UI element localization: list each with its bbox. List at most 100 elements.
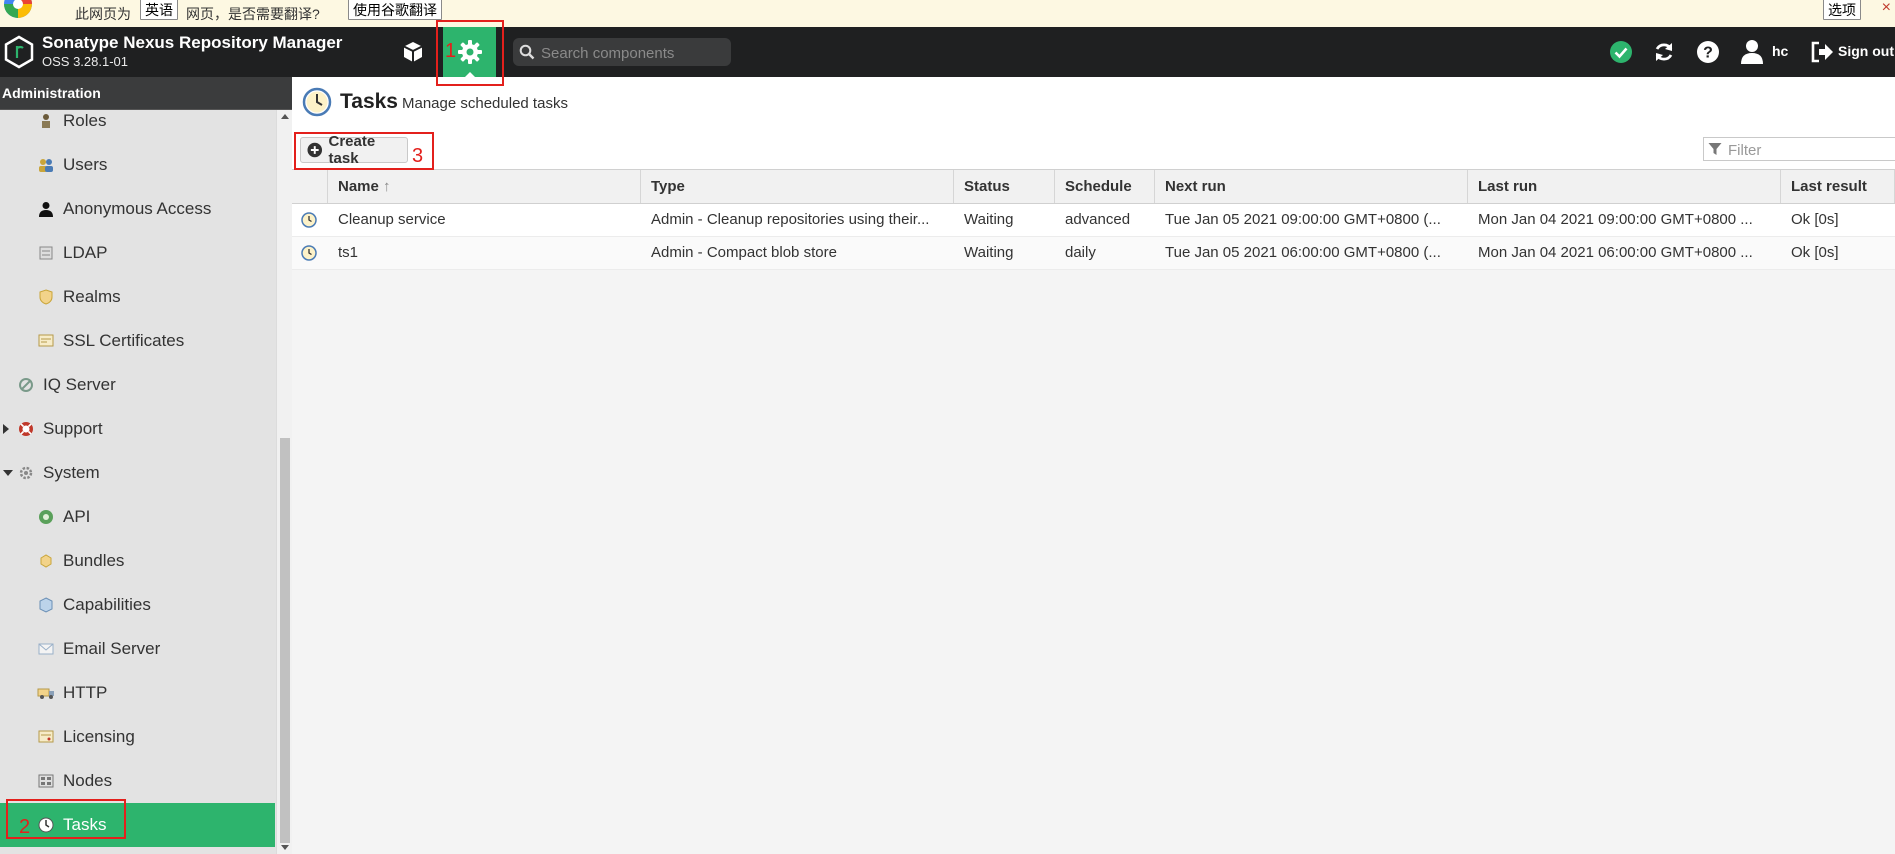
sidebar-item-label: API [63, 507, 91, 526]
column-header-last-run[interactable]: Last run [1468, 170, 1781, 203]
translate-button[interactable]: 使用谷歌翻译 [348, 0, 442, 20]
language-button[interactable]: 英语 [140, 0, 178, 20]
column-header-label: Type [651, 178, 685, 195]
sidebar-item-label: Users [63, 155, 108, 174]
cell-schedule: advanced [1065, 211, 1131, 228]
sidebar-item-label: Licensing [63, 727, 135, 746]
sidebar-item-label: Email Server [63, 639, 161, 658]
roles-icon [37, 112, 55, 130]
sidebar-item-api[interactable]: API [0, 495, 275, 539]
sort-ascending-icon[interactable]: ↑ [383, 178, 391, 195]
sidebar-item-realms[interactable]: Realms [0, 275, 275, 319]
sidebar-scrollbar[interactable] [276, 110, 293, 854]
scroll-thumb[interactable] [280, 438, 290, 843]
column-header-icon [292, 170, 328, 203]
sidebar-item-anonymous-access[interactable]: Anonymous Access [0, 187, 275, 231]
cell-name: Cleanup service [338, 211, 446, 228]
sidebar-nav: Roles Users Anonymous Access LDAP Realms… [0, 110, 275, 854]
sidebar-item-label: IQ Server [43, 375, 116, 394]
collapse-arrow-icon[interactable] [3, 470, 13, 476]
sidebar-item-iq-server[interactable]: IQ Server [0, 363, 275, 407]
filter-input[interactable] [1726, 139, 1890, 161]
clock-icon [302, 87, 332, 117]
refresh-button[interactable] [1650, 38, 1678, 66]
toolbar: Create task [292, 127, 1895, 170]
user-name[interactable]: hc [1772, 43, 1788, 59]
cell-last-run: Mon Jan 04 2021 09:00:00 GMT+0800 ... [1478, 211, 1753, 228]
sidebar-title: Administration [0, 77, 292, 110]
svg-text:?: ? [1703, 45, 1713, 62]
http-icon [37, 684, 55, 702]
system-status-button[interactable] [1607, 38, 1635, 66]
sign-out-label[interactable]: Sign out [1838, 43, 1894, 59]
clock-icon [301, 245, 317, 261]
scroll-down-arrow-icon[interactable] [281, 845, 289, 850]
sidebar-item-label: Roles [63, 111, 107, 130]
scroll-up-arrow-icon[interactable] [281, 114, 289, 119]
expand-arrow-icon[interactable] [3, 424, 9, 434]
cell-schedule: daily [1065, 244, 1096, 261]
column-header-label: Name [338, 178, 379, 195]
column-header-schedule[interactable]: Schedule [1055, 170, 1155, 203]
sign-out-button[interactable] [1808, 38, 1836, 66]
nodes-icon [37, 772, 55, 790]
sidebar-item-ldap[interactable]: LDAP [0, 231, 275, 275]
translate-text-prefix: 此网页为 [75, 6, 131, 22]
column-header-name[interactable]: Name ↑ [328, 170, 641, 203]
app-title: Sonatype Nexus Repository Manager [42, 33, 343, 52]
sign-out-icon [1811, 41, 1833, 63]
page-header: Tasks Manage scheduled tasks [292, 77, 1895, 127]
column-header-label: Schedule [1065, 178, 1132, 195]
page-subtitle: Manage scheduled tasks [402, 95, 568, 112]
help-icon: ? [1697, 41, 1719, 63]
sidebar-item-licensing[interactable]: Licensing [0, 715, 275, 759]
table-row[interactable]: ts1 Admin - Compact blob store Waiting d… [292, 237, 1895, 270]
sidebar-item-email-server[interactable]: Email Server [0, 627, 275, 671]
sidebar-item-http[interactable]: HTTP [0, 671, 275, 715]
cell-name: ts1 [338, 244, 359, 261]
grid-header: Name ↑ Type Status Schedule Next run Las… [292, 170, 1895, 204]
cell-next-run: Tue Jan 05 2021 06:00:00 GMT+0800 (... [1165, 244, 1441, 261]
translate-options-button[interactable]: 选项 [1823, 0, 1861, 20]
column-header-next-run[interactable]: Next run [1155, 170, 1468, 203]
ssl-icon [37, 332, 55, 350]
users-icon [37, 156, 55, 174]
cell-next-run: Tue Jan 05 2021 09:00:00 GMT+0800 (... [1165, 211, 1441, 228]
cell-last-run: Mon Jan 04 2021 06:00:00 GMT+0800 ... [1478, 244, 1753, 261]
filter-box [1703, 137, 1895, 161]
cell-status: Waiting [964, 211, 1014, 228]
sidebar-item-capabilities[interactable]: Capabilities [0, 583, 275, 627]
search-icon [519, 44, 535, 60]
search-box [513, 38, 731, 66]
sidebar-item-system[interactable]: System [0, 451, 275, 495]
anonymous-icon [37, 200, 55, 218]
sidebar-item-roles[interactable]: Roles [0, 110, 275, 143]
sidebar-item-label: SSL Certificates [63, 331, 185, 350]
sidebar-item-users[interactable]: Users [0, 143, 275, 187]
sidebar-item-nodes[interactable]: Nodes [0, 759, 275, 803]
column-header-type[interactable]: Type [641, 170, 954, 203]
app-version: OSS 3.28.1-01 [42, 54, 128, 69]
help-button[interactable]: ? [1694, 38, 1722, 66]
filter-icon [1708, 143, 1722, 155]
translate-close-icon[interactable]: × [1882, 0, 1891, 17]
browse-button[interactable] [396, 27, 430, 77]
support-icon [17, 420, 35, 438]
nexus-logo-icon[interactable] [4, 35, 34, 69]
translate-text-suffix: 网页，是否需要翻译? [186, 6, 320, 22]
sidebar-item-label: Nodes [63, 771, 113, 790]
system-icon [17, 464, 35, 482]
sidebar-item-bundles[interactable]: Bundles [0, 539, 275, 583]
licensing-icon [37, 728, 55, 746]
capabilities-icon [37, 596, 55, 614]
sidebar: Administration Roles Users Anonymous Acc… [0, 77, 293, 854]
column-header-status[interactable]: Status [954, 170, 1055, 203]
page-title: Tasks [340, 90, 398, 113]
sidebar-item-label: Capabilities [63, 595, 151, 614]
sidebar-item-ssl-certificates[interactable]: SSL Certificates [0, 319, 275, 363]
table-row[interactable]: Cleanup service Admin - Cleanup reposito… [292, 204, 1895, 237]
column-header-last-result[interactable]: Last result [1781, 170, 1895, 203]
search-input[interactable] [539, 41, 728, 65]
user-button[interactable] [1738, 38, 1766, 66]
sidebar-item-support[interactable]: Support [0, 407, 275, 451]
